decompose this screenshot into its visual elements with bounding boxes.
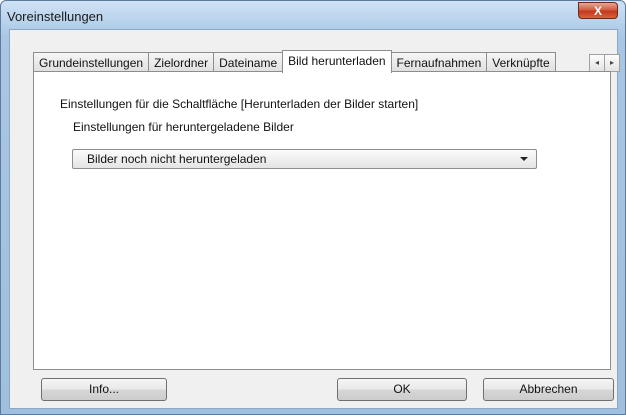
- tab-bild-herunterladen[interactable]: Bild herunterladen: [282, 50, 392, 73]
- close-button[interactable]: X: [578, 2, 618, 19]
- tab-fernaufnahmen[interactable]: Fernaufnahmen: [390, 52, 488, 73]
- section-sublabel: Einstellungen für heruntergeladene Bilde…: [73, 120, 294, 134]
- scroll-right-icon[interactable]: ▸: [604, 54, 620, 72]
- chevron-down-icon: [520, 157, 528, 161]
- section-heading: Einstellungen für die Schaltfläche [Heru…: [60, 97, 419, 111]
- tab-strip: Grundeinstellungen Zielordner Dateiname …: [33, 50, 556, 73]
- tab-verknuepfte[interactable]: Verknüpfte: [486, 52, 556, 73]
- cancel-button[interactable]: Abbrechen: [483, 378, 614, 401]
- tab-dateiname[interactable]: Dateiname: [213, 52, 284, 73]
- tab-zielordner[interactable]: Zielordner: [148, 52, 215, 73]
- dropdown-value: Bilder noch nicht heruntergeladen: [87, 152, 267, 166]
- tab-panel-bild-herunterladen: Einstellungen für die Schaltfläche [Heru…: [33, 71, 611, 370]
- preferences-dialog: Voreinstellungen X Grundeinstellungen Zi…: [0, 0, 626, 415]
- tab-grundeinstellungen[interactable]: Grundeinstellungen: [33, 52, 150, 73]
- info-button[interactable]: Info...: [41, 378, 167, 401]
- download-images-dropdown[interactable]: Bilder noch nicht heruntergeladen: [72, 149, 537, 169]
- scroll-left-icon[interactable]: ◂: [589, 54, 605, 72]
- window-title: Voreinstellungen: [7, 9, 104, 24]
- dialog-body: Grundeinstellungen Zielordner Dateiname …: [9, 29, 620, 409]
- tab-scroll-buttons: ◂ ▸: [589, 54, 620, 72]
- ok-button[interactable]: OK: [337, 378, 467, 401]
